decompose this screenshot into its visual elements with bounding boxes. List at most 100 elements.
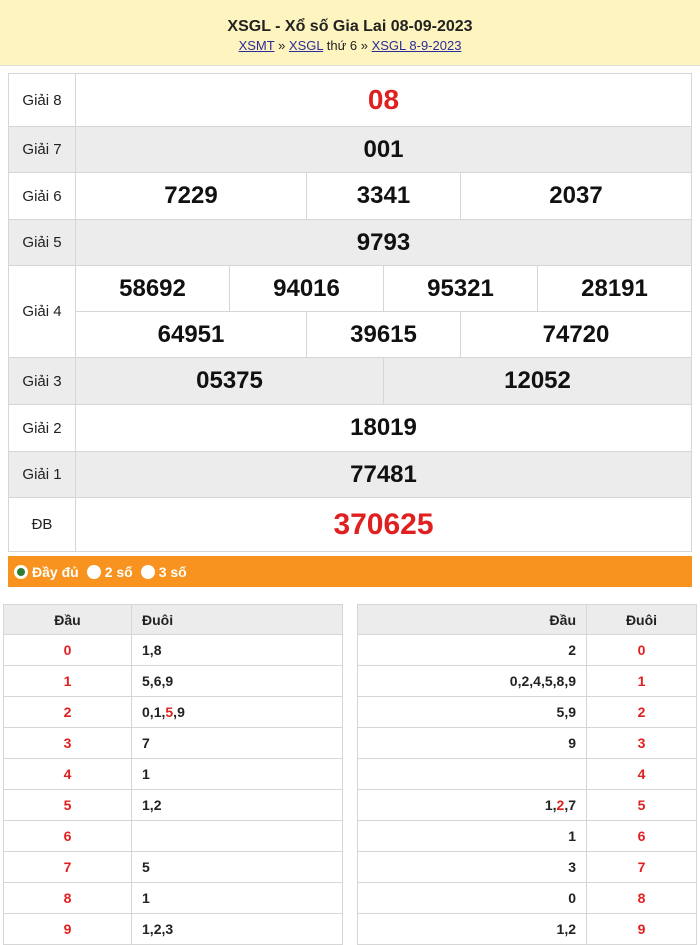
loto-digit: 4	[533, 673, 541, 689]
option-2-digits[interactable]: 2 số	[86, 563, 133, 580]
tail-digit: 9	[586, 913, 697, 945]
tail-digit: 8	[586, 882, 697, 914]
prize-row-g4-b: 64951 39615 74720	[9, 311, 692, 358]
prize-number: 3341	[306, 172, 461, 220]
head-list: 0,2,4,5,8,9	[357, 665, 587, 697]
loto-digit: 9	[568, 735, 576, 751]
table-row: 5,9 2	[357, 696, 697, 728]
head-list: 2	[357, 634, 587, 666]
table-row: 1 5,6,9	[3, 665, 343, 697]
prize-number: 001	[75, 126, 692, 173]
prize-row-g6: Giải 6 7229 3341 2037	[8, 172, 692, 220]
tail-digit: 5	[586, 789, 697, 821]
table-row: 5 1,2	[3, 789, 343, 821]
table-row: 1,2 9	[357, 913, 697, 945]
prize-number: 95321	[383, 265, 538, 312]
tail-list: 7	[131, 727, 343, 759]
tail-list: 1	[131, 882, 343, 914]
table-row: 75	[3, 851, 343, 883]
prize-row-g2: Giải 2 18019	[8, 404, 692, 452]
head-digit: 9	[3, 913, 132, 945]
prize-label: Giải 1	[8, 451, 76, 498]
head-digit: 7	[3, 851, 132, 883]
prize-label: Giải 7	[8, 126, 76, 173]
prize-label: Giải 6	[8, 172, 76, 220]
tail-digit: 6	[586, 820, 697, 852]
table-row: 81	[3, 882, 343, 914]
head-list: 1,2,7	[357, 789, 587, 821]
display-options-bar: Đầy đủ 2 số 3 số	[8, 556, 692, 587]
table-row: 0 1,8	[3, 634, 343, 666]
prize-label: Giải 8	[8, 73, 76, 127]
loto-digit: 2	[568, 642, 576, 658]
head-digit: 4	[3, 758, 132, 790]
radio-icon[interactable]	[86, 564, 101, 579]
prize-number: 05375	[75, 357, 384, 405]
loto-digit: 1	[544, 797, 553, 813]
table-row: 2 0,1,5,9	[3, 696, 343, 728]
page-header: XSGL - Xổ số Gia Lai 08-09-2023 XSMT » X…	[0, 0, 700, 66]
head-digit: 1	[3, 665, 132, 697]
loto-digit: 7	[568, 797, 576, 813]
loto-digit: 2	[153, 797, 162, 813]
prize-number: 39615	[306, 311, 461, 358]
tail-digit: 4	[586, 758, 697, 790]
loto-digit: 0	[509, 673, 518, 689]
prize-row-g8: Giải 8 08	[8, 73, 692, 127]
table-row: 6	[3, 820, 343, 852]
loto-digit: 8	[153, 642, 162, 658]
head-digit: 6	[3, 820, 132, 852]
loto-digit: 5	[142, 859, 150, 875]
prize-number: 12052	[383, 357, 692, 405]
radio-selected-icon[interactable]	[14, 564, 28, 579]
prize-row-g4-a: Giải 4 58692 94016 95321 28191	[8, 265, 692, 358]
loto-digit: 2	[568, 921, 576, 937]
loto-digit: 7	[142, 735, 150, 751]
prize-row-g3: Giải 3 05375 12052	[8, 357, 692, 405]
tail-list: 1,8	[131, 634, 343, 666]
prize-label: ĐB	[8, 497, 76, 552]
tail-digit: 2	[586, 696, 697, 728]
head-digit: 0	[3, 634, 132, 666]
prize-number: 58692	[75, 265, 230, 312]
results-table: Giải 8 08 Giải 7 001 Giải 6 7229 3341 20…	[8, 73, 692, 552]
loto-head-table: Đầu Đuôi 0 1,8 1 5,6,9 2 0,1,5,9 3 7 4 1 5 1,2 6 7 5 8 1…	[3, 604, 343, 945]
loto-digit: 5	[142, 673, 150, 689]
tail-digit: 1	[586, 665, 697, 697]
prize-row-g7: Giải 7 001	[8, 126, 692, 173]
table-row: 08	[357, 882, 697, 914]
table-row: 37	[3, 727, 343, 759]
tail-list: 1,2,3	[131, 913, 343, 945]
option-3-digits[interactable]: 3 số	[140, 563, 187, 580]
tail-list	[131, 820, 343, 852]
breadcrumb-text: thứ 6 »	[323, 38, 372, 53]
prize-label: Giải 5	[8, 219, 76, 266]
loto-digit: 5	[544, 673, 553, 689]
prize-number: 2037	[460, 172, 692, 220]
table-row: 20	[357, 634, 697, 666]
prize-number: 64951	[75, 311, 307, 358]
prize-row-db: ĐB 370625	[8, 497, 692, 552]
tail-list: 5	[131, 851, 343, 883]
tail-list: 5,6,9	[131, 665, 343, 697]
option-full[interactable]: Đầy đủ	[14, 564, 79, 580]
tail-list: 1	[131, 758, 343, 790]
prize-number: 9793	[75, 219, 692, 266]
breadcrumb-link-date[interactable]: XSGL 8-9-2023	[372, 38, 462, 53]
head-list: 0	[357, 882, 587, 914]
table-row: 93	[357, 727, 697, 759]
table-row: 41	[3, 758, 343, 790]
option-label: 3 số	[158, 563, 187, 580]
loto-digit: 0	[142, 704, 150, 720]
table-row: 16	[357, 820, 697, 852]
loto-digit: 9	[568, 704, 576, 720]
head-digit: 8	[3, 882, 132, 914]
col-head-dau: Đầu	[3, 604, 132, 635]
breadcrumb-link-xsgl[interactable]: XSGL	[289, 38, 323, 53]
option-label: 2 số	[104, 563, 133, 580]
prize-label: Giải 4	[8, 265, 76, 358]
head-list	[357, 758, 587, 790]
radio-icon[interactable]	[140, 564, 155, 579]
tail-digit: 7	[586, 851, 697, 883]
breadcrumb-link-xsmt[interactable]: XSMT	[239, 38, 275, 53]
